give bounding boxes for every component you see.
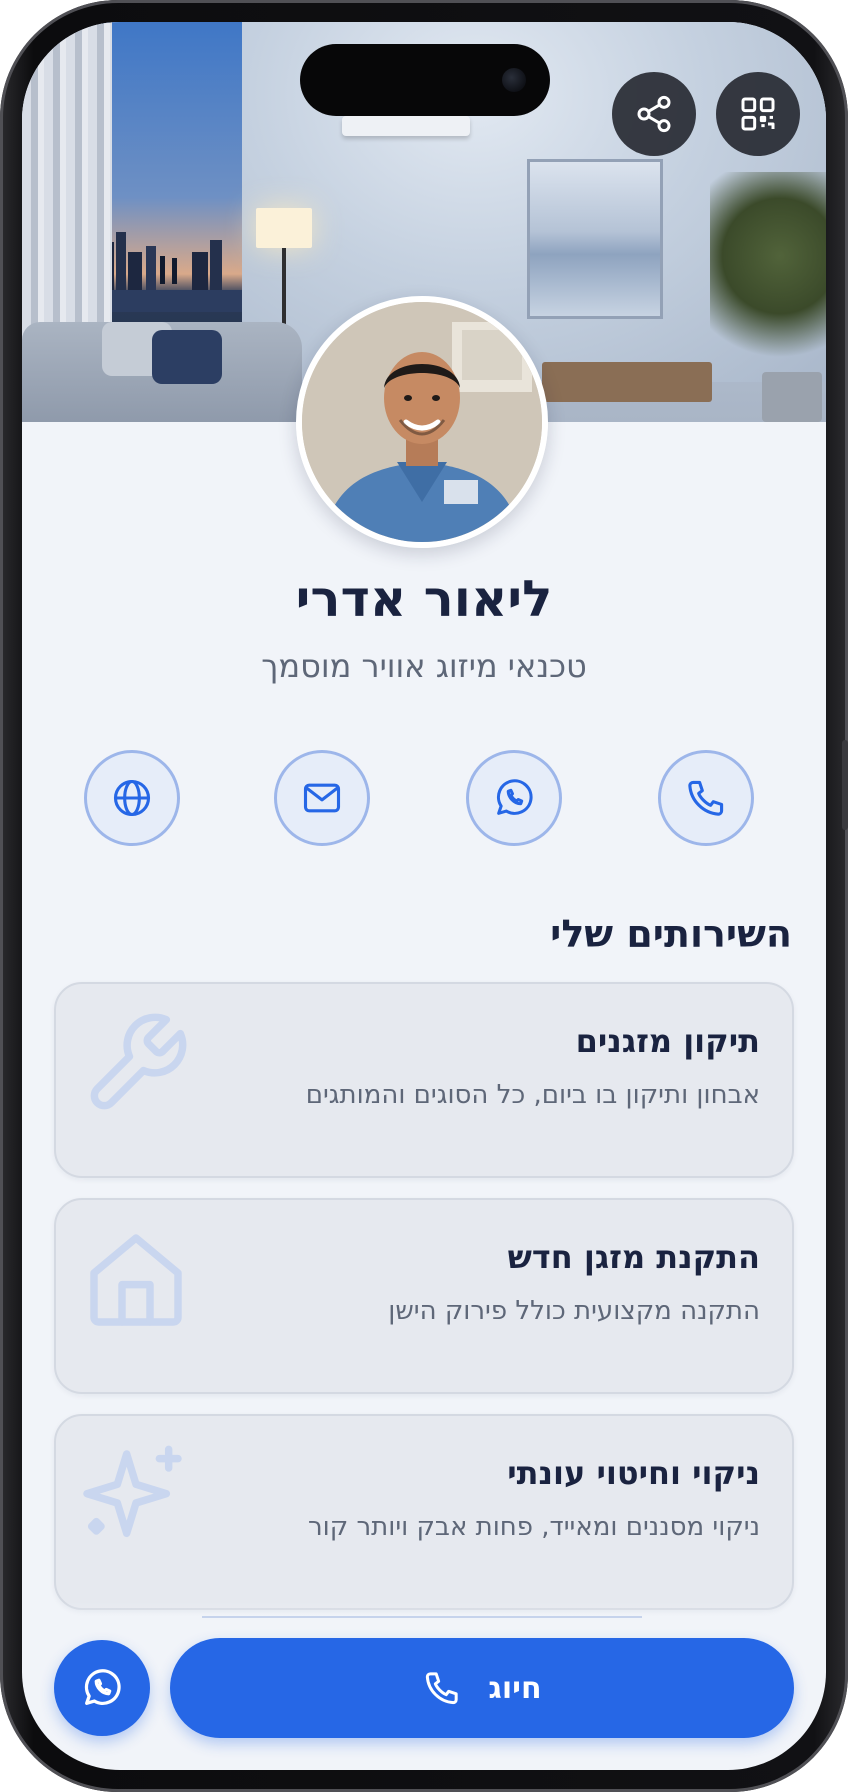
screen: ליאור אדרי טכנאי מיזוג אוויר מוסמך השירו… [22, 22, 826, 1770]
sparkle-icon [83, 1445, 182, 1538]
call-button-label: חיוג [488, 1670, 542, 1706]
service-card-repair[interactable]: תיקון מזגנים אבחון ותיקון בו ביום, כל הס… [54, 982, 794, 1178]
service-description: אבחון ותיקון בו ביום, כל הסוגים והמותגים [305, 1080, 760, 1110]
service-title: התקנת מזגן חדש [507, 1238, 760, 1276]
service-title: ניקוי וחיטוי עונתי [507, 1454, 760, 1492]
phone-icon [426, 1672, 459, 1705]
whatsapp-icon [496, 779, 533, 815]
scroll-fade [22, 1602, 826, 1642]
profile-title: טכנאי מיזוג אוויר מוסמך [261, 647, 587, 685]
service-title: תיקון מזגנים [575, 1022, 760, 1060]
side-button [842, 740, 848, 830]
service-card-install[interactable]: התקנת מזגן חדש התקנה מקצועית כולל פירוק … [54, 1198, 794, 1394]
phone-button[interactable] [658, 750, 754, 846]
phone-icon [688, 780, 724, 816]
services-heading: השירותים שלי [550, 912, 792, 956]
wrench-icon [90, 1013, 187, 1110]
email-button[interactable] [274, 750, 370, 846]
share-button[interactable] [612, 72, 696, 156]
contact-actions [22, 750, 826, 846]
share-icon [637, 95, 671, 133]
qr-code-button[interactable] [716, 72, 800, 156]
mail-icon [303, 783, 341, 813]
front-camera [502, 68, 526, 92]
dynamic-island [300, 44, 550, 116]
divider [202, 1616, 642, 1618]
profile-name: ליאור אדרי [295, 570, 553, 628]
avatar [296, 296, 548, 548]
home-icon [90, 1234, 182, 1326]
qr-code-icon [741, 97, 775, 131]
whatsapp-icon [84, 1669, 121, 1705]
service-description: התקנה מקצועית כולל פירוק הישן [388, 1296, 760, 1326]
globe-icon [113, 779, 151, 817]
call-button[interactable]: חיוג [170, 1638, 794, 1738]
service-card-cleaning[interactable]: ניקוי וחיטוי עונתי ניקוי מסננים ומאייד, … [54, 1414, 794, 1610]
service-description: ניקוי מסננים ומאייד, פחות אבק ויותר קור [308, 1512, 760, 1542]
whatsapp-button[interactable] [466, 750, 562, 846]
website-button[interactable] [84, 750, 180, 846]
whatsapp-floating-button[interactable] [54, 1640, 150, 1736]
